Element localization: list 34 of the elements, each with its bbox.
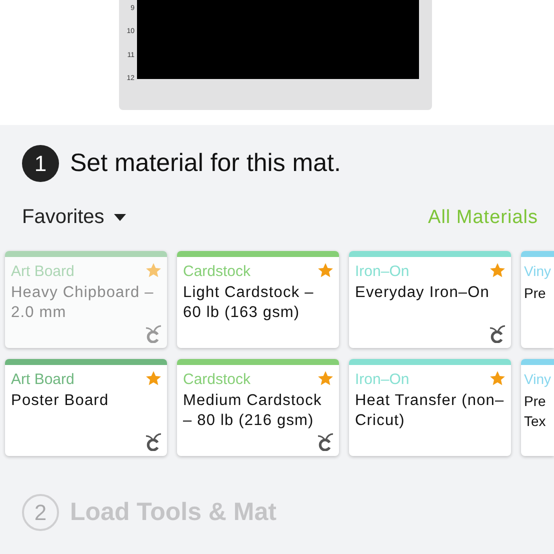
star-icon[interactable]	[317, 370, 334, 387]
caret-icon	[114, 214, 126, 221]
material-category: Art Board	[11, 262, 74, 281]
star-icon[interactable]	[317, 262, 334, 279]
material-category: Viny	[524, 370, 551, 389]
material-name: Heavy Chipboard – 2.0 mm	[11, 283, 155, 323]
star-icon[interactable]	[489, 370, 506, 387]
material-card[interactable]: Viny Pre Tex	[521, 359, 554, 456]
material-name: Everyday Iron–On	[355, 283, 490, 303]
material-card[interactable]: Viny Pre	[521, 251, 554, 348]
material-card[interactable]: Cardstock Light Cardstock – 60 lb (163 gsm)	[177, 251, 339, 348]
step-number: 1	[22, 145, 59, 182]
material-name: Light Cardstock – 60 lb (163 gsm)	[183, 283, 315, 323]
star-icon[interactable]	[145, 262, 162, 279]
material-category: Cardstock	[183, 262, 251, 281]
star-icon[interactable]	[145, 370, 162, 387]
material-name: Medium Cardstock – 80 lb (216 gsm)	[183, 391, 323, 431]
material-category: Viny	[524, 262, 551, 281]
material-category: Cardstock	[183, 370, 251, 389]
material-name: Pre Tex	[524, 392, 546, 431]
favorites-dropdown[interactable]: Favorites	[22, 206, 126, 229]
material-card[interactable]: Iron–On Heat Transfer (non–Cricut)	[349, 359, 511, 456]
step-title: Set material for this mat.	[70, 149, 341, 178]
material-name: Heat Transfer (non–Cricut)	[355, 391, 505, 431]
material-name: Poster Board	[11, 391, 109, 411]
material-card[interactable]: Cardstock Medium Cardstock – 80 lb (216 gsm)	[177, 359, 339, 456]
material-card[interactable]: Art Board Poster Board	[5, 359, 167, 456]
material-category: Iron–On	[355, 262, 410, 281]
material-card[interactable]: Iron–On Everyday Iron–On	[349, 251, 511, 348]
star-icon[interactable]	[489, 262, 506, 279]
material-name: Pre	[524, 284, 546, 303]
material-category: Art Board	[11, 370, 74, 389]
material-category: Iron–On	[355, 370, 410, 389]
step-number: 2	[22, 494, 59, 531]
